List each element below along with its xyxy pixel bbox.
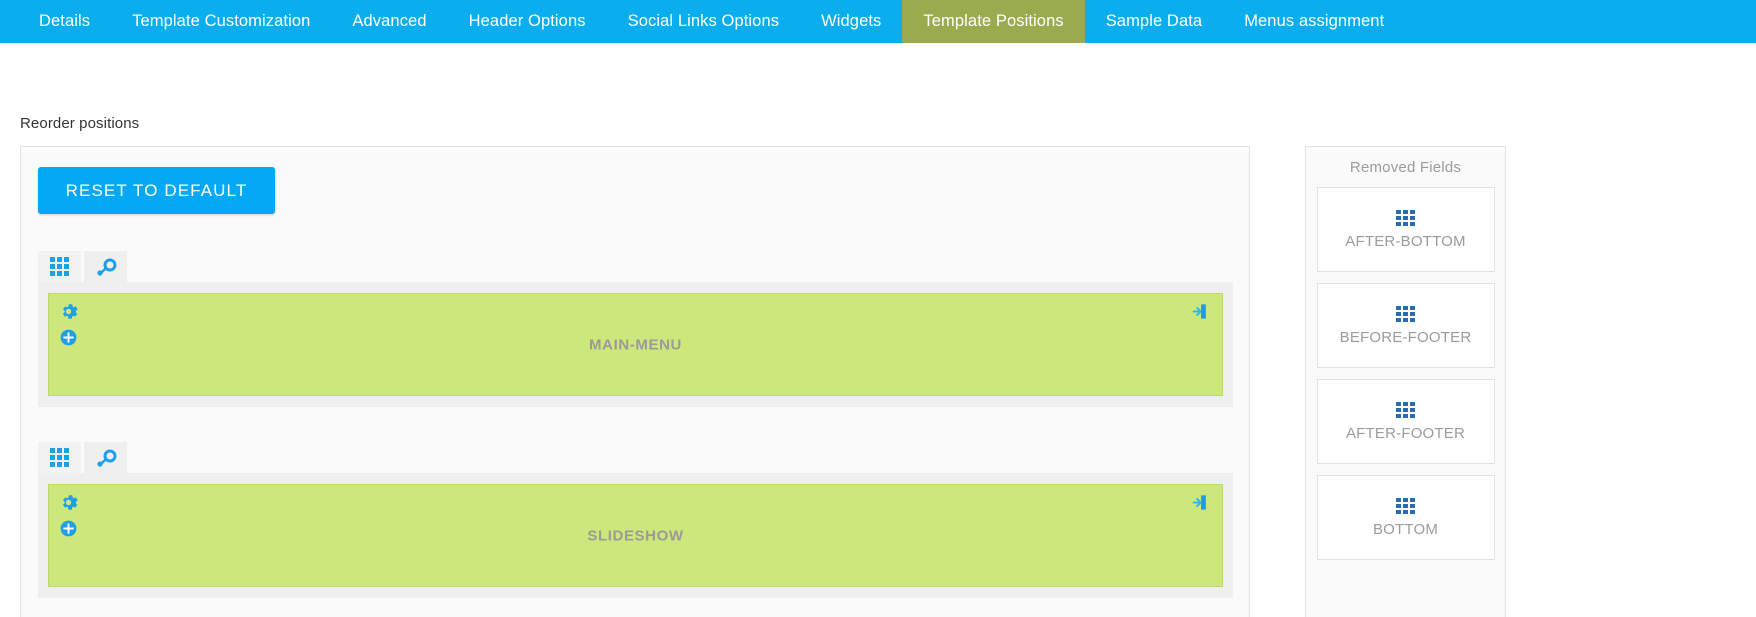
grid-icon — [50, 257, 69, 276]
removed-field-label: AFTER-FOOTER — [1345, 424, 1466, 442]
key-icon — [96, 449, 116, 467]
position-label: MAIN-MENU — [589, 336, 682, 353]
grid-icon — [1396, 209, 1415, 226]
tab-template-positions[interactable]: Template Positions — [902, 0, 1085, 43]
position-tab-grid[interactable] — [38, 442, 81, 473]
reorder-positions-label: Reorder positions — [20, 115, 140, 132]
removed-field-card-before-footer[interactable]: BEFORE-FOOTER — [1316, 283, 1495, 368]
gear-icon[interactable] — [59, 302, 78, 326]
grid-icon — [1396, 401, 1415, 418]
removed-field-label: BOTTOM — [1372, 520, 1439, 538]
removed-fields-panel: Removed Fields AFTER-BOTTOM BEFORE-FOOTE… — [1305, 146, 1506, 617]
exit-icon[interactable] — [1190, 493, 1209, 517]
page-body: Reorder positions RESET TO DEFAULT MAIN-… — [0, 43, 1756, 617]
tab-header-options[interactable]: Header Options — [448, 0, 607, 43]
grid-icon — [1396, 305, 1415, 322]
removed-field-label: BEFORE-FOOTER — [1339, 328, 1472, 346]
position-block-main-menu: MAIN-MENU — [38, 251, 1233, 407]
tab-widgets[interactable]: Widgets — [800, 0, 902, 43]
exit-icon[interactable] — [1190, 302, 1209, 326]
position-row: SLIDESHOW — [38, 473, 1233, 598]
tab-menus-assignment[interactable]: Menus assignment — [1223, 0, 1405, 43]
position-tab-key[interactable] — [84, 251, 127, 282]
grid-icon — [50, 448, 69, 467]
position-area-slideshow[interactable]: SLIDESHOW — [48, 484, 1223, 587]
tab-sample-data[interactable]: Sample Data — [1085, 0, 1223, 43]
position-block-slideshow: SLIDESHOW — [38, 442, 1233, 598]
removed-field-card-after-bottom[interactable]: AFTER-BOTTOM — [1316, 187, 1495, 272]
tab-advanced[interactable]: Advanced — [331, 0, 447, 43]
tab-details[interactable]: Details — [18, 0, 111, 43]
reset-to-default-button[interactable]: RESET TO DEFAULT — [38, 167, 275, 214]
position-tab-grid[interactable] — [38, 251, 81, 282]
position-area-main-menu[interactable]: MAIN-MENU — [48, 293, 1223, 396]
removed-field-card-after-footer[interactable]: AFTER-FOOTER — [1316, 379, 1495, 464]
positions-panel: RESET TO DEFAULT MAIN-MENU SLIDESHOW — [20, 146, 1250, 617]
removed-field-card-bottom[interactable]: BOTTOM — [1316, 475, 1495, 560]
position-row: MAIN-MENU — [38, 282, 1233, 407]
tab-social-links-options[interactable]: Social Links Options — [607, 0, 801, 43]
key-icon — [96, 258, 116, 276]
position-tab-key[interactable] — [84, 442, 127, 473]
removed-fields-title: Removed Fields — [1349, 159, 1462, 176]
gear-icon[interactable] — [59, 493, 78, 517]
position-tabs — [38, 442, 1233, 473]
position-label: SLIDESHOW — [587, 527, 684, 544]
grid-icon — [1396, 497, 1415, 514]
position-tabs — [38, 251, 1233, 282]
template-nav-bar: Details Template Customization Advanced … — [0, 0, 1756, 43]
removed-field-label: AFTER-BOTTOM — [1345, 232, 1466, 250]
tab-template-customization[interactable]: Template Customization — [111, 0, 331, 43]
